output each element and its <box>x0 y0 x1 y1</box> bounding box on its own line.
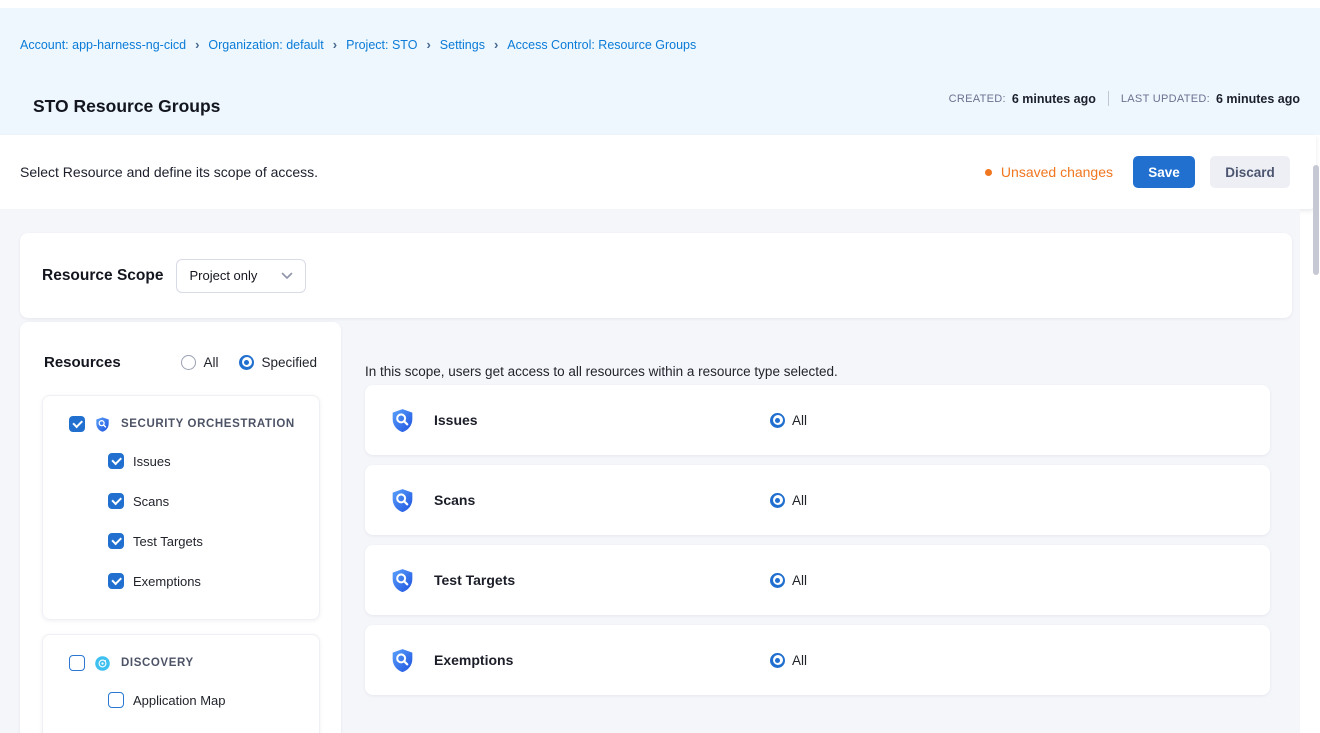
resource-item-test-targets[interactable]: Test Targets <box>108 521 303 561</box>
radio-on-icon[interactable] <box>770 653 785 668</box>
test-targets-checkbox[interactable] <box>108 533 124 549</box>
resource-card-label: Exemptions <box>434 652 770 668</box>
resources-panel: Resources All Specified SECURITY ORCHEST… <box>20 322 341 733</box>
resource-card-issues: Issues All <box>365 385 1270 455</box>
resource-item-scans[interactable]: Scans <box>108 481 303 521</box>
toolbar-actions: Unsaved changes Save Discard <box>985 156 1290 188</box>
breadcrumb-separator-icon: › <box>195 38 199 51</box>
resource-group-security-orchestration: SECURITY ORCHESTRATION Issues Scans Test… <box>42 395 320 620</box>
group-row-discovery[interactable]: DISCOVERY <box>69 649 303 677</box>
breadcrumb-separator-icon: › <box>494 38 498 51</box>
page-title: STO Resource Groups <box>33 96 220 117</box>
created-value: 6 minutes ago <box>1012 92 1096 106</box>
access-label: All <box>792 653 807 668</box>
sto-shield-icon <box>389 407 416 434</box>
breadcrumb-organization-link[interactable]: Organization: default <box>208 38 323 52</box>
group-row-security-orchestration[interactable]: SECURITY ORCHESTRATION <box>69 410 303 438</box>
resource-card-exemptions: Exemptions All <box>365 625 1270 695</box>
resource-group-discovery: DISCOVERY Application Map <box>42 634 320 733</box>
access-label: All <box>792 573 807 588</box>
resource-cards: Issues All Scans All Test Targets All <box>365 385 1270 695</box>
radio-specified-icon[interactable] <box>239 355 254 370</box>
resources-header: Resources All Specified <box>20 352 341 372</box>
discovery-icon <box>94 655 111 672</box>
last-updated-value: 6 minutes ago <box>1216 92 1300 106</box>
breadcrumb: Account: app-harness-ng-cicd › Organizat… <box>20 38 696 52</box>
sto-resource-groups-page: Account: app-harness-ng-cicd › Organizat… <box>0 0 1320 733</box>
item-label: Test Targets <box>133 534 203 549</box>
chevron-down-icon <box>281 272 293 280</box>
resource-item-exemptions[interactable]: Exemptions <box>108 561 303 601</box>
toolbar-description: Select Resource and define its scope of … <box>20 164 318 180</box>
access-label: All <box>792 413 807 428</box>
sto-shield-icon <box>389 567 416 594</box>
radio-all-label: All <box>203 355 218 370</box>
resource-card-label: Test Targets <box>434 572 770 588</box>
access-radio-all[interactable]: All <box>770 413 807 428</box>
item-label: Issues <box>133 454 171 469</box>
breadcrumb-separator-icon: › <box>333 38 337 51</box>
unsaved-changes-label: Unsaved changes <box>1001 164 1113 180</box>
radio-on-icon[interactable] <box>770 493 785 508</box>
resource-scope-selected-value: Project only <box>189 268 257 283</box>
resource-scope-label: Resource Scope <box>42 267 163 285</box>
item-label: Scans <box>133 494 169 509</box>
breadcrumb-project-link[interactable]: Project: STO <box>346 38 417 52</box>
last-updated-label: LAST UPDATED: <box>1121 93 1210 105</box>
radio-all-icon[interactable] <box>181 355 196 370</box>
save-button[interactable]: Save <box>1133 156 1195 188</box>
radio-on-icon[interactable] <box>770 573 785 588</box>
security-orchestration-checkbox[interactable] <box>69 416 85 432</box>
breadcrumb-separator-icon: › <box>426 38 430 51</box>
resource-card-test-targets: Test Targets All <box>365 545 1270 615</box>
scope-access-description: In this scope, users get access to all r… <box>365 364 838 379</box>
resource-card-label: Issues <box>434 412 770 428</box>
access-radio-all[interactable]: All <box>770 653 807 668</box>
application-map-checkbox[interactable] <box>108 692 124 708</box>
radio-specified-label: Specified <box>261 355 317 370</box>
resource-item-issues[interactable]: Issues <box>108 441 303 481</box>
issues-checkbox[interactable] <box>108 453 124 469</box>
resource-card-scans: Scans All <box>365 465 1270 535</box>
page-header: Account: app-harness-ng-cicd › Organizat… <box>0 8 1320 135</box>
sto-shield-icon <box>94 416 111 433</box>
unsaved-dot-icon <box>985 169 992 176</box>
access-label: All <box>792 493 807 508</box>
resources-title: Resources <box>44 354 121 371</box>
radio-on-icon[interactable] <box>770 413 785 428</box>
unsaved-changes-status: Unsaved changes <box>985 164 1113 180</box>
scrollbar[interactable] <box>1313 165 1319 275</box>
sto-shield-icon <box>389 487 416 514</box>
group-name: SECURITY ORCHESTRATION <box>121 418 295 430</box>
toolbar: Select Resource and define its scope of … <box>0 135 1316 209</box>
access-radio-all[interactable]: All <box>770 573 807 588</box>
radio-all[interactable]: All <box>181 355 218 370</box>
item-label: Exemptions <box>133 574 201 589</box>
breadcrumb-resource-groups-link[interactable]: Access Control: Resource Groups <box>507 38 696 52</box>
discovery-checkbox[interactable] <box>69 655 85 671</box>
created-label: CREATED: <box>949 93 1006 105</box>
meta-info: CREATED: 6 minutes ago LAST UPDATED: 6 m… <box>949 91 1300 106</box>
access-radio-all[interactable]: All <box>770 493 807 508</box>
resource-card-label: Scans <box>434 492 770 508</box>
resource-scope-select[interactable]: Project only <box>176 259 306 293</box>
exemptions-checkbox[interactable] <box>108 573 124 589</box>
radio-specified[interactable]: Specified <box>239 355 317 370</box>
resource-item-application-map[interactable]: Application Map <box>108 680 303 720</box>
breadcrumb-settings-link[interactable]: Settings <box>440 38 485 52</box>
group-items: Issues Scans Test Targets Exemptions <box>108 441 303 601</box>
group-items: Application Map <box>108 680 303 720</box>
discard-button[interactable]: Discard <box>1210 156 1290 188</box>
item-label: Application Map <box>133 693 226 708</box>
meta-divider <box>1108 91 1109 106</box>
breadcrumb-account-link[interactable]: Account: app-harness-ng-cicd <box>20 38 186 52</box>
sto-shield-icon <box>389 647 416 674</box>
group-name: DISCOVERY <box>121 657 194 669</box>
scans-checkbox[interactable] <box>108 493 124 509</box>
resource-scope-card: Resource Scope Project only <box>20 233 1292 318</box>
